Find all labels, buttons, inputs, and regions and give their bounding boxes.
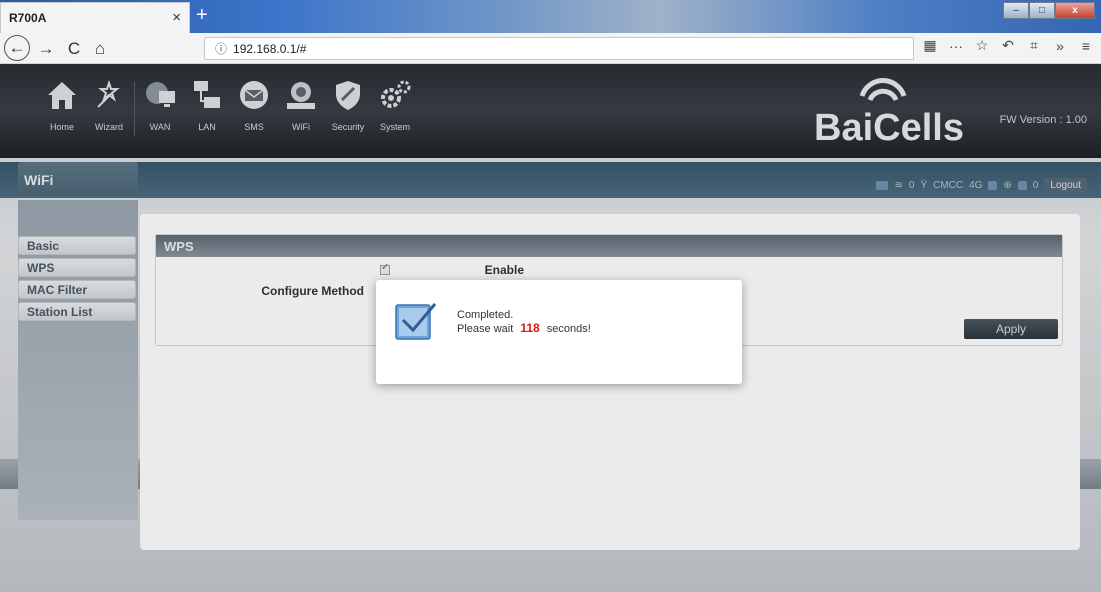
countdown-seconds: 118: [520, 321, 540, 335]
back-button[interactable]: ←: [4, 35, 30, 61]
more-options-icon[interactable]: ···: [947, 38, 965, 54]
dialog-line-2: Please wait 118 seconds!: [457, 322, 591, 336]
forward-button[interactable]: →: [34, 37, 58, 61]
maximize-button[interactable]: □: [1029, 2, 1055, 19]
progress-dialog: Completed. Please wait 118 seconds!: [376, 280, 742, 384]
info-icon[interactable]: ⓘ: [215, 40, 227, 57]
undo-icon[interactable]: ↶: [999, 37, 1017, 54]
router-page: Home Wizard WAN LAN SMS WiFi Security Sy…: [0, 64, 1101, 592]
check-icon: [395, 300, 437, 342]
wait-prefix: Please wait: [457, 323, 514, 335]
window-controls: – □ x: [1003, 2, 1095, 19]
tab-title: R700A: [9, 11, 47, 25]
screenshot-icon[interactable]: ⌗: [1025, 37, 1043, 54]
bookmark-star-icon[interactable]: ☆: [973, 37, 991, 54]
close-window-button[interactable]: x: [1055, 2, 1095, 19]
toolbar-icons: ▦ ··· ☆ ↶ ⌗ » ≡: [921, 37, 1101, 54]
home-button[interactable]: ⌂: [88, 37, 112, 61]
new-tab-button[interactable]: +: [196, 5, 208, 25]
browser-tab-bar: R700A × + – □ x: [0, 0, 1101, 33]
url-field[interactable]: ⓘ 192.168.0.1/#: [204, 37, 914, 60]
overflow-icon[interactable]: »: [1051, 38, 1069, 54]
qr-code-icon[interactable]: ▦: [921, 37, 939, 54]
minimize-button[interactable]: –: [1003, 2, 1029, 19]
reload-button[interactable]: C: [62, 37, 86, 61]
wait-suffix: seconds!: [546, 323, 591, 335]
browser-tab[interactable]: R700A ×: [0, 2, 190, 33]
menu-icon[interactable]: ≡: [1077, 38, 1095, 54]
tab-close-icon[interactable]: ×: [172, 9, 181, 26]
address-bar: ← → C ⌂ ⓘ 192.168.0.1/# ▦ ··· ☆ ↶ ⌗ » ≡: [0, 33, 1101, 64]
url-text: 192.168.0.1/#: [233, 41, 307, 56]
dialog-message: Completed. Please wait 118 seconds!: [457, 309, 591, 336]
